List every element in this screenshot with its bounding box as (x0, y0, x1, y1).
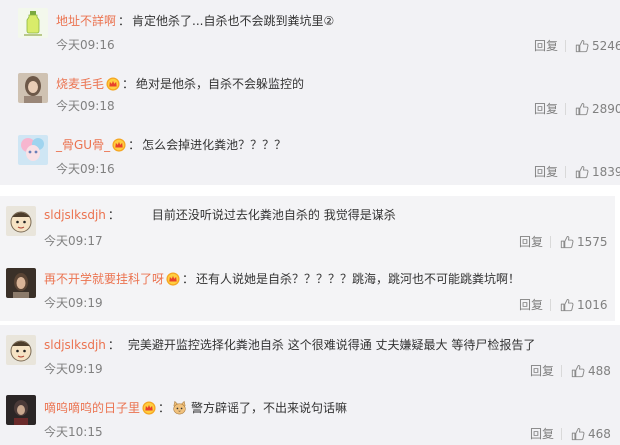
divider (561, 365, 562, 377)
like-button[interactable]: 468 (571, 426, 611, 442)
dark-avatar-icon[interactable] (6, 395, 36, 425)
comment-time: 今天09:18 (56, 99, 115, 113)
photo-avatar-icon[interactable] (6, 268, 36, 298)
divider (565, 166, 566, 178)
divider (561, 428, 562, 440)
separator: ： (182, 272, 195, 286)
divider (565, 40, 566, 52)
divider (565, 103, 566, 115)
cat-emoji-icon (173, 400, 186, 415)
thumbs-up-icon (560, 298, 574, 312)
comment-item: 嘀呜嘀呜的日子里 ： 警方辟谣了，不出来说句话嘛 今天10:15 回复 468 (0, 387, 620, 445)
separator: ： (118, 14, 131, 28)
separator: ： (128, 138, 141, 152)
like-count: 5246 (592, 39, 620, 53)
separator: ： (122, 77, 135, 91)
comment-time: 今天09:19 (44, 296, 103, 310)
comment-text: 怎么会掉进化粪池？？？？ (142, 138, 287, 152)
like-button[interactable]: 1575 (560, 234, 608, 250)
comment-text: 绝对是他杀，自杀不会躲监控的 (136, 77, 305, 91)
like-count: 1016 (577, 298, 608, 312)
thumbs-up-icon (571, 427, 585, 441)
girl-avatar-icon[interactable] (18, 73, 48, 103)
reply-button[interactable]: 回复 (534, 38, 558, 54)
reply-button[interactable]: 回复 (519, 234, 543, 250)
comment-time: 今天09:19 (44, 362, 103, 376)
comment-panel: sldjslksdjh：完美避开监控选择化粪池自杀 这个很难说得通 丈夫嫌疑最大… (0, 325, 620, 445)
thumbs-up-icon (560, 235, 574, 249)
thumbs-up-icon (571, 364, 585, 378)
like-button[interactable]: 2890 (575, 101, 620, 117)
username-link[interactable]: 嘀呜嘀呜的日子里 (44, 401, 140, 415)
comment-time: 今天09:16 (56, 162, 115, 176)
separator: ： (107, 338, 120, 352)
divider (550, 236, 551, 248)
comment-text: 目前还没听说过去化粪池自杀的 我觉得是谋杀 (151, 208, 396, 222)
crown-badge-icon (142, 401, 156, 415)
thumbs-up-icon (575, 165, 589, 179)
thumbs-up-icon (575, 102, 589, 116)
comment-text: 肯定他杀了...自杀也不会跳到粪坑里② (132, 14, 335, 28)
comment-time: 今天10:15 (44, 425, 103, 439)
crown-badge-icon (106, 77, 120, 91)
comment-item: sldjslksdjh： 完美避开监控选择化粪池自杀 这个很难说得通 丈夫嫌疑最大… (0, 325, 620, 385)
anime-avatar-icon[interactable] (18, 135, 48, 165)
like-button[interactable]: 1839 (575, 164, 620, 180)
thumbs-up-icon (575, 39, 589, 53)
like-count: 1575 (577, 235, 608, 249)
crown-badge-icon (112, 138, 126, 152)
username-link[interactable]: 地址不詳啊 (56, 14, 116, 28)
like-count: 2890 (592, 102, 620, 116)
username-link[interactable]: _骨GU骨_ (56, 138, 110, 152)
comment-item: _骨GU骨_ ：怎么会掉进化粪池？？？？ 今天09:16 回复 1839 (0, 124, 620, 184)
reply-button[interactable]: 回复 (519, 297, 543, 313)
divider (550, 299, 551, 311)
like-button[interactable]: 1016 (560, 297, 608, 313)
comment-text: 警方辟谣了，不出来说句话嘛 (191, 401, 348, 415)
comment-item: 地址不詳啊：肯定他杀了...自杀也不会跳到粪坑里② 今天09:16 回复 524… (0, 0, 620, 60)
cartoon-face-avatar-icon[interactable] (6, 206, 36, 236)
reply-button[interactable]: 回复 (534, 101, 558, 117)
comment-panel: 地址不詳啊：肯定他杀了...自杀也不会跳到粪坑里② 今天09:16 回复 524… (0, 0, 620, 185)
like-count: 1839 (592, 165, 620, 179)
like-count: 488 (588, 364, 611, 378)
reply-button[interactable]: 回复 (530, 363, 554, 379)
cartoon-face-avatar-icon[interactable] (6, 335, 36, 365)
username-link[interactable]: sldjslksdjh (44, 338, 106, 352)
reply-button[interactable]: 回复 (534, 164, 558, 180)
username-link[interactable]: sldjslksdjh (44, 208, 106, 222)
comment-item: 再不开学就要挂科了呀 ：还有人说她是自杀？？？？？跳海，跳河也不可能跳粪坑啊！ 今… (0, 260, 615, 320)
like-button[interactable]: 488 (571, 363, 611, 379)
bottle-avatar-icon[interactable] (18, 8, 48, 38)
like-count: 468 (588, 427, 611, 441)
separator: ： (107, 208, 120, 222)
like-button[interactable]: 5246 (575, 38, 620, 54)
username-link[interactable]: 再不开学就要挂科了呀 (44, 272, 164, 286)
username-link[interactable]: 烧麦毛毛 (56, 77, 104, 91)
separator: ： (158, 401, 171, 415)
comment-time: 今天09:16 (56, 38, 115, 52)
comment-item: sldjslksdjh： 目前还没听说过去化粪池自杀的 我觉得是谋杀 今天09:1… (0, 196, 615, 256)
comment-panel: sldjslksdjh：目前还没听说过去化粪池自杀的 我觉得是谋杀 今天09:1… (0, 196, 615, 321)
comment-text: 还有人说她是自杀？？？？？跳海，跳河也不可能跳粪坑啊！ (196, 272, 521, 286)
crown-badge-icon (166, 272, 180, 286)
comment-text: 完美避开监控选择化粪池自杀 这个很难说得通 丈夫嫌疑最大 等待尸检报告了 (127, 338, 536, 352)
comment-item: 烧麦毛毛 ：绝对是他杀，自杀不会躲监控的 今天09:18 回复 2890 (0, 62, 620, 122)
reply-button[interactable]: 回复 (530, 426, 554, 442)
comment-time: 今天09:17 (44, 234, 103, 248)
